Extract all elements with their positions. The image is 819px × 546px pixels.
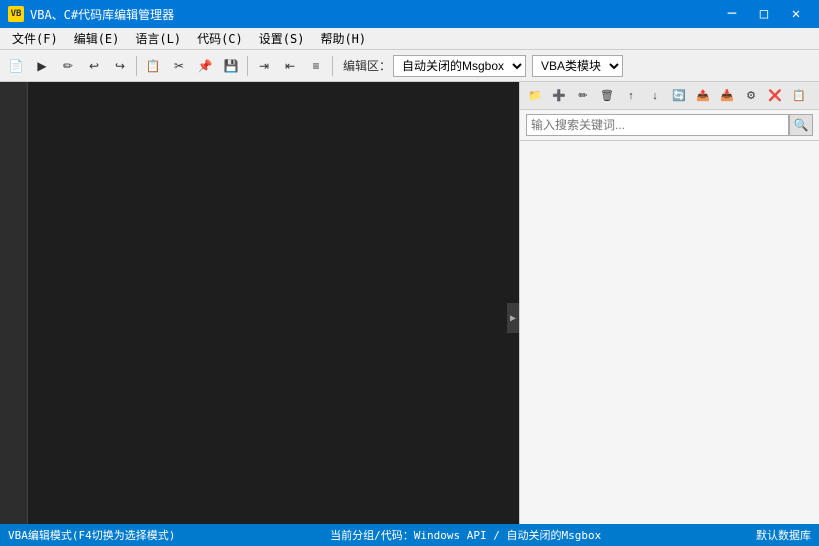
toolbar-run[interactable]: ▶ <box>30 54 54 78</box>
toolbar-new[interactable]: 📄 <box>4 54 28 78</box>
rt-btn-11[interactable]: ❌ <box>764 85 786 107</box>
rt-btn-4[interactable]: 🗑 <box>596 85 618 107</box>
rt-btn-5[interactable]: ↑ <box>620 85 642 107</box>
toolbar-cut[interactable]: ✂ <box>167 54 191 78</box>
code-container[interactable] <box>0 82 519 524</box>
rt-btn-12[interactable]: 📋 <box>788 85 810 107</box>
editor-area: ▶ <box>0 82 519 524</box>
minimize-button[interactable]: ─ <box>717 0 747 28</box>
toolbar-edit[interactable]: ✏ <box>56 54 80 78</box>
rt-btn-8[interactable]: 📤 <box>692 85 714 107</box>
toolbar-sep2 <box>247 56 248 76</box>
menu-bar: 文件(F) 编辑(E) 语言(L) 代码(C) 设置(S) 帮助(H) <box>0 28 819 50</box>
toolbar-sep1 <box>136 56 137 76</box>
title-bar: VB VBA、C#代码库编辑管理器 ─ □ ✕ <box>0 0 819 28</box>
code-editor[interactable] <box>28 82 519 524</box>
rt-btn-6[interactable]: ↓ <box>644 85 666 107</box>
toolbar-paste[interactable]: 📌 <box>193 54 217 78</box>
toolbar-undo[interactable]: ↩ <box>82 54 106 78</box>
toolbar-format[interactable]: ≡ <box>304 54 328 78</box>
toolbar-outdent[interactable]: ⇤ <box>278 54 302 78</box>
search-button[interactable]: 🔍 <box>789 114 813 136</box>
right-toolbar: 📁 ➕ ✏ 🗑 ↑ ↓ 🔄 📤 📥 ⚙ ❌ 📋 <box>520 82 819 110</box>
status-left: VBA编辑模式(F4切换为选择模式) <box>8 527 175 543</box>
rt-btn-1[interactable]: 📁 <box>524 85 546 107</box>
search-input[interactable] <box>526 114 789 136</box>
editor-zone-dropdown[interactable]: 自动关闭的Msgbox <box>393 55 526 77</box>
menu-code[interactable]: 代码(C) <box>189 28 251 49</box>
line-numbers <box>0 82 28 524</box>
app-icon: VB <box>8 6 24 22</box>
menu-edit[interactable]: 编辑(E) <box>66 28 128 49</box>
menu-help[interactable]: 帮助(H) <box>312 28 374 49</box>
search-bar: 🔍 <box>520 110 819 141</box>
status-center: 当前分组/代码：Windows API / 自动关闭的Msgbox <box>330 527 601 543</box>
toolbar-redo[interactable]: ↪ <box>108 54 132 78</box>
maximize-button[interactable]: □ <box>749 0 779 28</box>
rt-btn-3[interactable]: ✏ <box>572 85 594 107</box>
window-controls: ─ □ ✕ <box>717 0 811 28</box>
menu-language[interactable]: 语言(L) <box>127 28 189 49</box>
module-dropdown[interactable]: VBA类模块 <box>532 55 623 77</box>
rt-btn-10[interactable]: ⚙ <box>740 85 762 107</box>
main-area: ▶ 📁 ➕ ✏ 🗑 ↑ ↓ 🔄 📤 📥 ⚙ ❌ 📋 🔍 <box>0 82 819 524</box>
status-bar: VBA编辑模式(F4切换为选择模式) 当前分组/代码：Windows API /… <box>0 524 819 546</box>
close-button[interactable]: ✕ <box>781 0 811 28</box>
toolbar: 📄 ▶ ✏ ↩ ↪ 📋 ✂ 📌 💾 ⇥ ⇤ ≡ 编辑区： 自动关闭的Msgbox… <box>0 50 819 82</box>
app-title: VBA、C#代码库编辑管理器 <box>30 6 174 23</box>
toolbar-save[interactable]: 💾 <box>219 54 243 78</box>
status-right: 默认数据库 <box>756 527 811 543</box>
menu-settings[interactable]: 设置(S) <box>251 28 313 49</box>
toolbar-copy[interactable]: 📋 <box>141 54 165 78</box>
toolbar-sep3 <box>332 56 333 76</box>
menu-file[interactable]: 文件(F) <box>4 28 66 49</box>
toolbar-indent[interactable]: ⇥ <box>252 54 276 78</box>
rt-btn-2[interactable]: ➕ <box>548 85 570 107</box>
rt-btn-9[interactable]: 📥 <box>716 85 738 107</box>
panel-collapse-arrow[interactable]: ▶ <box>507 303 519 333</box>
right-panel: 📁 ➕ ✏ 🗑 ↑ ↓ 🔄 📤 📥 ⚙ ❌ 📋 🔍 <box>519 82 819 524</box>
editor-zone-label: 编辑区： <box>343 57 391 74</box>
category-list <box>520 141 819 524</box>
rt-btn-7[interactable]: 🔄 <box>668 85 690 107</box>
